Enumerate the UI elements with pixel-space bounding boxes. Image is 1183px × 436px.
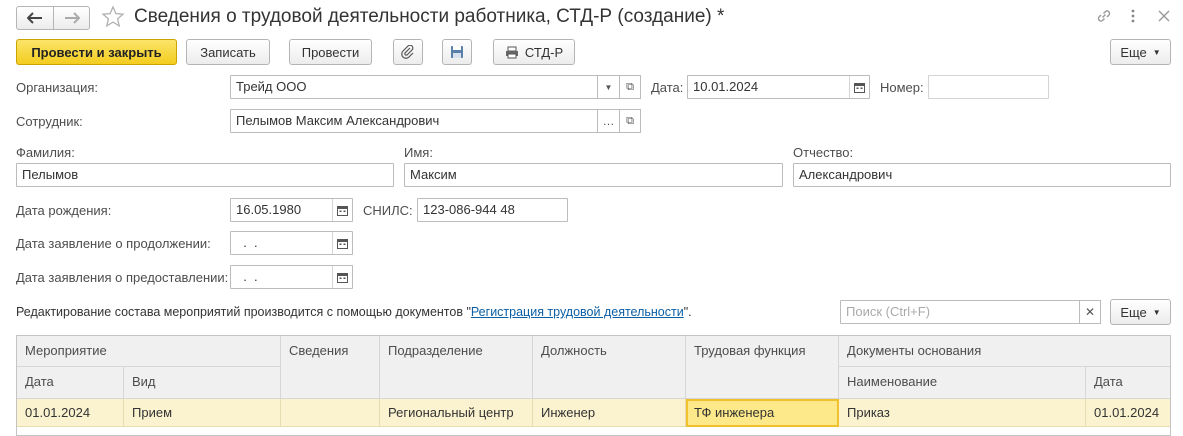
post-button[interactable]: Провести [289,39,372,65]
date-label: Дата: [651,80,684,95]
cell-doc-date: 01.01.2024 [1094,405,1160,420]
col-doc-date-header[interactable]: Дата [1086,367,1170,399]
col-doc-name-header[interactable]: Наименование [839,367,1086,399]
continue-date-value: . . [236,235,258,250]
table-more-button[interactable]: Еще ▼ [1110,299,1171,325]
search-placeholder: Поиск (Ctrl+F) [846,304,931,319]
firstname-field[interactable]: Максим [404,163,783,187]
back-button[interactable] [16,6,54,30]
calendar-icon[interactable] [332,266,352,288]
employee-label: Сотрудник: [16,114,83,129]
dropdown-arrow-icon: ▼ [604,82,613,92]
info-text: Редактирование состава мероприятий произ… [16,305,692,319]
col-date-header[interactable]: Дата [17,367,124,399]
patronymic-field[interactable]: Александрович [793,163,1171,187]
provide-date-value: . . [236,269,258,284]
events-table: Мероприятие Дата Вид Сведения Подразделе… [16,335,1171,436]
col-kind-header[interactable]: Вид [124,367,281,399]
calendar-icon[interactable] [332,232,352,254]
search-input[interactable]: Поиск (Ctrl+F) [840,300,1101,324]
table-more-label: Еще [1120,304,1147,320]
post-and-close-button[interactable]: Провести и закрыть [16,39,177,65]
arrow-left-icon [27,12,42,24]
dropdown-arrow-icon: ▼ [1152,47,1161,57]
more-vert-icon[interactable] [1130,8,1136,27]
cell-function[interactable]: ТФ инженера [686,399,839,427]
col-docs-header[interactable]: Документы основания [839,336,1170,367]
open-window-icon: ⧉ [626,80,634,93]
snils-field[interactable]: 123-086-944 48 [417,198,568,222]
page-title: Сведения о трудовой деятельности работни… [134,6,725,27]
link-icon[interactable] [1095,7,1113,28]
birth-date-label: Дата рождения: [16,203,112,218]
org-label: Организация: [16,80,99,95]
cell-date: 01.01.2024 [17,399,124,427]
lastname-field[interactable]: Пелымов [16,163,394,187]
org-dropdown-button[interactable]: ▼ [597,75,620,99]
clear-icon: ✕ [1084,305,1096,319]
arrow-right-icon [64,12,80,24]
close-icon[interactable] [1158,10,1170,25]
snils-label: СНИЛС: [363,203,413,218]
print-std-button[interactable]: СТД-Р [493,39,575,65]
col-position-header[interactable]: Должность [533,336,686,399]
info-text-after: ". [683,305,692,319]
continue-date-label: Дата заявление о продолжении: [16,236,211,251]
info-text-before: Редактирование состава мероприятий произ… [16,305,471,319]
cell-kind: Прием [124,399,281,427]
employee-field[interactable]: Пелымов Максим Александрович [230,109,620,133]
lastname-label: Фамилия: [16,145,75,160]
employee-select-button[interactable]: … [597,109,620,133]
cell-dept: Региональный центр [380,399,533,427]
date-field[interactable]: 10.01.2024 [687,75,870,99]
col-dept-header[interactable]: Подразделение [380,336,533,399]
col-event-header[interactable]: Мероприятие [17,336,281,367]
calendar-icon[interactable] [332,199,352,221]
cell-info [281,399,380,427]
more-button[interactable]: Еще ▼ [1110,39,1171,65]
org-open-button[interactable]: ⧉ [619,75,641,99]
save-button[interactable]: Записать [186,39,270,65]
col-function-header[interactable]: Трудовая функция [686,336,839,399]
attach-button[interactable] [393,39,423,65]
number-field[interactable] [928,75,1049,99]
print-std-label: СТД-Р [524,44,564,60]
provide-date-label: Дата заявления о предоставлении: [16,270,229,285]
continue-date-field[interactable]: . . [230,231,353,255]
more-label: Еще [1120,44,1147,60]
ellipsis-icon: … [602,114,615,128]
employee-open-button[interactable]: ⧉ [619,109,641,133]
registration-link[interactable]: Регистрация трудовой деятельности [471,305,684,319]
cell-doc-name: Приказ [839,399,1086,427]
birth-date-value: 16.05.1980 [236,202,302,217]
forward-button[interactable] [53,6,90,30]
favorite-star-icon[interactable] [101,5,125,32]
floppy-disk-icon [451,46,463,58]
date-value: 10.01.2024 [693,79,759,94]
paperclip-icon [401,45,414,59]
patronymic-label: Отчество: [793,145,854,160]
printer-icon [505,46,518,58]
search-clear-button[interactable]: ✕ [1079,300,1101,324]
cell-position: Инженер [533,399,686,427]
provide-date-field[interactable]: . . [230,265,353,289]
open-window-icon: ⧉ [626,114,634,127]
birth-date-field[interactable]: 16.05.1980 [230,198,353,222]
col-info-header[interactable]: Сведения [281,336,380,399]
firstname-label: Имя: [404,145,433,160]
dropdown-arrow-icon: ▼ [1152,307,1161,317]
number-label: Номер: [880,80,924,95]
save-disk-button[interactable] [442,39,472,65]
calendar-icon[interactable] [849,76,869,98]
org-field[interactable]: Трейд ООО [230,75,620,99]
